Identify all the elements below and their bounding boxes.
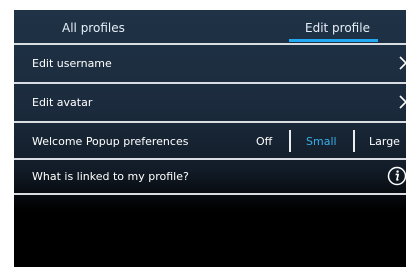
- edit-avatar-row[interactable]: Edit avatar: [14, 84, 406, 121]
- edit-username-label: Edit username: [32, 57, 112, 70]
- profile-settings-panel: All profiles Edit profile Edit username …: [14, 10, 406, 267]
- tab-edit-profile[interactable]: Edit profile: [305, 21, 370, 35]
- divider: [14, 193, 406, 195]
- popup-option-small[interactable]: Small: [306, 135, 337, 148]
- welcome-popup-label: Welcome Popup preferences: [32, 135, 189, 148]
- tab-all-profiles[interactable]: All profiles: [62, 21, 125, 35]
- chevron-right-icon: [396, 56, 406, 70]
- profile-tabs: All profiles Edit profile: [14, 10, 406, 43]
- popup-option-off[interactable]: Off: [256, 135, 272, 148]
- option-separator: [289, 130, 291, 152]
- info-icon[interactable]: [387, 166, 406, 186]
- active-tab-indicator: [289, 39, 378, 42]
- edit-avatar-label: Edit avatar: [32, 96, 93, 109]
- linked-profile-row[interactable]: What is linked to my profile?: [14, 158, 406, 195]
- edit-username-row[interactable]: Edit username: [14, 45, 406, 82]
- chevron-right-icon: [396, 95, 406, 109]
- welcome-popup-row: Welcome Popup preferences Off Small Larg…: [14, 123, 406, 160]
- option-separator: [353, 130, 355, 152]
- linked-profile-label: What is linked to my profile?: [32, 170, 189, 183]
- popup-option-large[interactable]: Large: [369, 135, 400, 148]
